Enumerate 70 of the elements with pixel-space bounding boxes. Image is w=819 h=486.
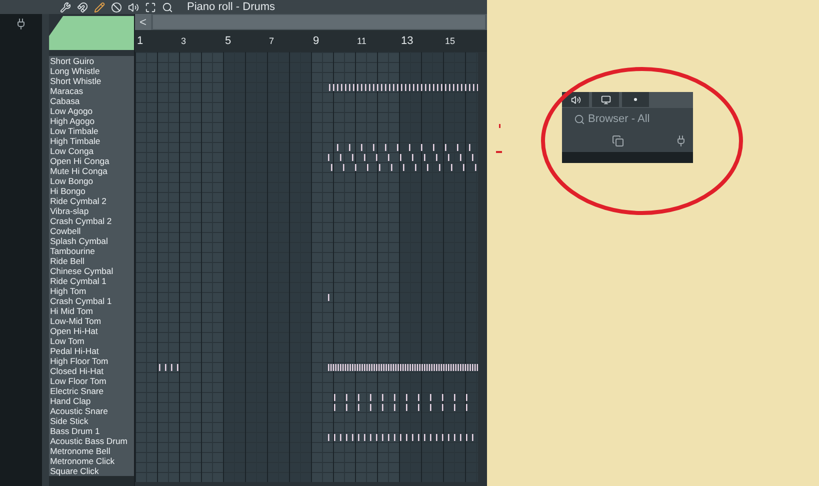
drum-key-label[interactable]: Acoustic Bass Drum <box>49 436 134 446</box>
annotation-marks-drawing <box>496 124 504 154</box>
drum-key-label[interactable]: Short Guiro <box>49 56 134 66</box>
drum-key-label[interactable]: Bass Drum 1 <box>49 426 134 436</box>
bar-number: 9 <box>312 35 320 47</box>
drum-key-label[interactable]: Pedal Hi-Hat <box>49 346 134 356</box>
drum-key-label[interactable]: Ride Cymbal 2 <box>49 196 134 206</box>
drum-key-label[interactable]: High Tom <box>49 286 134 296</box>
drum-key-label[interactable]: Low Agogo <box>49 106 134 116</box>
drum-key-label[interactable]: Electric Snare <box>49 386 134 396</box>
search-icon[interactable] <box>574 114 585 124</box>
speaker-icon[interactable] <box>128 2 139 12</box>
bar-number: 13 <box>400 35 414 47</box>
drum-key-label[interactable]: Splash Cymbal <box>49 236 134 246</box>
window-title: Piano roll - Drums <box>187 1 276 13</box>
bar-number: 7 <box>268 36 275 46</box>
drum-key-label[interactable]: Low-Mid Tom <box>49 316 134 326</box>
drum-key-label[interactable]: Open Hi-Hat <box>49 326 134 336</box>
drum-key-label[interactable]: Long Whistle <box>49 66 134 76</box>
drum-key-label[interactable]: Tambourine <box>49 246 134 256</box>
bar-number: 5 <box>224 35 232 47</box>
scroll-left-button[interactable]: < <box>134 14 151 30</box>
drum-key-label[interactable]: Low Conga <box>49 146 134 156</box>
dot-tab[interactable] <box>622 92 649 107</box>
drum-key-label[interactable]: High Timbale <box>49 136 134 146</box>
drum-key-label[interactable]: Crash Cymbal 2 <box>49 216 134 226</box>
plug-icon[interactable] <box>14 18 27 30</box>
drum-key-label[interactable]: Acoustic Snare <box>49 406 134 416</box>
drum-key-label[interactable]: Open Hi Conga <box>49 156 134 166</box>
no-entry-icon[interactable] <box>111 2 122 12</box>
drum-key-label[interactable]: Metronome Click <box>49 456 134 466</box>
drum-key-label[interactable]: Chinese Cymbal <box>49 266 134 276</box>
magnet-icon[interactable] <box>77 2 88 12</box>
monitor-tab[interactable] <box>592 92 619 107</box>
drum-key-label[interactable]: Low Bongo <box>49 176 134 186</box>
speaker-icon <box>570 94 580 104</box>
bar-number: 3 <box>180 36 187 46</box>
drum-key-label[interactable]: Cabasa <box>49 96 134 106</box>
drum-key-label[interactable]: Mute Hi Conga <box>49 166 134 176</box>
expand-icon[interactable] <box>145 2 156 12</box>
drum-key-label[interactable]: Hand Clap <box>49 396 134 406</box>
browser-label[interactable]: Browser - All <box>588 113 650 125</box>
drum-key-label[interactable]: Side Stick <box>49 416 134 426</box>
waveform-tab[interactable] <box>562 92 589 107</box>
bar-number: 15 <box>444 36 456 46</box>
drum-key-label[interactable]: Low Timbale <box>49 126 134 136</box>
drum-key-label[interactable]: Metronome Bell <box>49 446 134 456</box>
wrench-icon[interactable] <box>60 2 71 12</box>
monitor-icon <box>600 94 610 104</box>
drum-key-label[interactable]: High Floor Tom <box>49 356 134 366</box>
drum-key-label[interactable]: Short Whistle <box>49 76 134 86</box>
drum-key-label[interactable]: Crash Cymbal 1 <box>49 296 134 306</box>
documents-icon[interactable] <box>612 135 624 147</box>
drum-key-label[interactable]: Low Floor Tom <box>49 376 134 386</box>
drum-key-label[interactable]: Ride Bell <box>49 256 134 266</box>
drum-key-label[interactable]: High Agogo <box>49 116 134 126</box>
drum-key-label[interactable]: Vibra-slap <box>49 206 134 216</box>
pencil-icon[interactable] <box>94 2 105 12</box>
plug-icon[interactable] <box>675 135 687 147</box>
drum-key-label[interactable]: Closed Hi-Hat <box>49 366 134 376</box>
drum-key-label[interactable]: Hi Bongo <box>49 186 134 196</box>
drum-key-label[interactable]: Low Tom <box>49 336 134 346</box>
drum-key-label[interactable]: Hi Mid Tom <box>49 306 134 316</box>
dot-icon <box>634 98 637 101</box>
bar-number: 11 <box>356 36 368 46</box>
drum-key-label[interactable]: Ride Cymbal 1 <box>49 276 134 286</box>
drum-key-label[interactable]: Cowbell <box>49 226 134 236</box>
drum-key-label[interactable]: Square Click <box>49 466 134 476</box>
bar-number: 1 <box>136 35 144 47</box>
drum-key-label[interactable]: Maracas <box>49 86 134 96</box>
